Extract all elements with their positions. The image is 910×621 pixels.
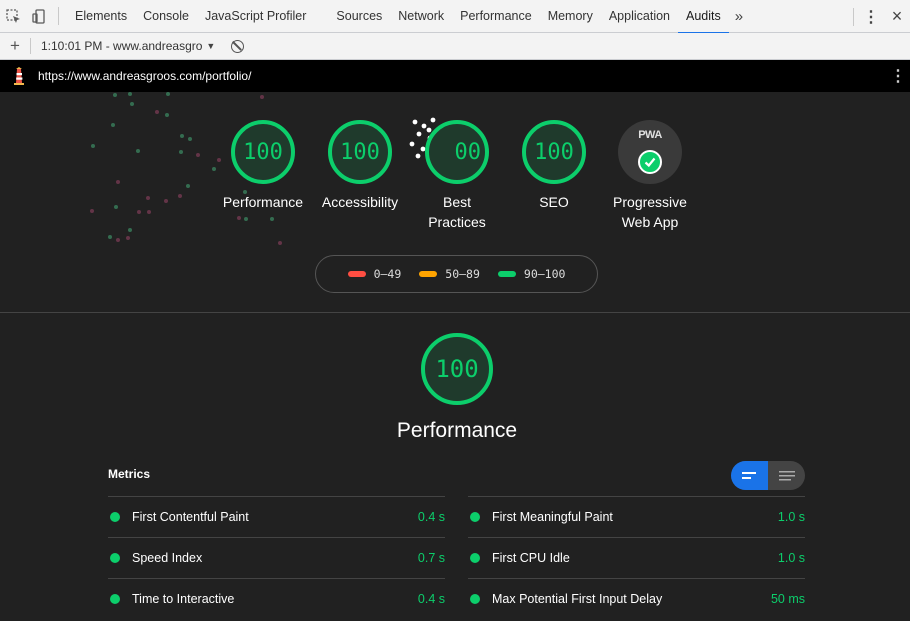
legend-fail: 0–49 [347,267,402,281]
metric-value: 0.7 s [417,551,445,565]
close-devtools-icon[interactable]: × [884,0,910,33]
metric-name: Time to Interactive [132,592,235,606]
metric-value: 0.4 s [417,510,445,524]
metric-row: First Contentful Paint 0.4 s [108,496,445,537]
gauge-accessibility-score: 100 [328,120,392,184]
gauge-performance[interactable]: 100 Performance [213,120,313,212]
report-menu-icon[interactable]: ⋮ [890,60,906,92]
inspect-element-icon[interactable] [0,0,26,33]
tab-network[interactable]: Network [390,0,452,33]
report-selector[interactable]: 1:10:01 PM - www.andreasgro ▼ [41,39,215,53]
metrics-right-column: First Meaningful Paint 1.0 s First CPU I… [468,496,805,619]
pass-dot-icon [110,594,120,604]
compact-view-icon[interactable] [731,461,768,490]
pass-dot-icon [110,553,120,563]
tab-console[interactable]: Console [135,0,197,33]
metric-name: Speed Index [132,551,203,565]
legend-average-swatch [419,271,438,277]
pass-dot-icon [470,512,480,522]
legend-average: 50–89 [419,267,480,281]
metric-row: First CPU Idle 1.0 s [468,537,805,578]
pass-dot-icon [470,594,480,604]
devtools-tabbar: Elements Console JavaScript Profiler Sou… [0,0,910,34]
gauge-seo-score: 100 [522,120,586,184]
section-divider [0,312,910,313]
pwa-badge-text: PWA [638,129,662,141]
tab-application[interactable]: Application [601,0,678,33]
tab-javascript-profiler[interactable]: JavaScript Profiler [197,0,314,33]
pwa-badge-icon: PWA [618,120,682,184]
gauge-accessibility[interactable]: 100 Accessibility [310,120,410,212]
report-url[interactable]: https://www.andreasgroos.com/portfolio/ [38,69,251,83]
metric-value: 1.0 s [777,551,805,565]
customize-menu-icon[interactable]: ⋮ [858,0,884,33]
metrics-heading: Metrics [108,467,151,481]
metric-row: First Meaningful Paint 1.0 s [468,496,805,537]
metric-name: Max Potential First Input Delay [492,592,663,606]
gauge-seo[interactable]: 100 SEO [504,120,604,212]
metric-value: 1.0 s [777,510,805,524]
metric-value: 50 ms [770,592,805,606]
legend-pass-label: 90–100 [523,267,566,281]
legend-pass: 90–100 [497,267,566,281]
tab-performance[interactable]: Performance [452,0,540,33]
lighthouse-report: 100 Performance 100 Accessibility 00 Bes… [0,92,910,621]
metrics-left-column: First Contentful Paint 0.4 s Speed Index… [108,496,445,619]
metric-row: Speed Index 0.7 s [108,537,445,578]
legend-fail-swatch [347,271,366,277]
score-legend: 0–49 50–89 90–100 [315,255,598,293]
legend-average-label: 50–89 [445,267,480,281]
metrics-view-toggle[interactable] [731,461,805,490]
tab-separator [58,7,59,25]
caret-down-icon: ▼ [206,41,216,51]
metric-row: Max Potential First Input Delay 50 ms [468,578,805,619]
legend-fail-label: 0–49 [373,267,402,281]
category-performance-gauge: 100 [421,333,493,405]
gauge-pwa-label: Progressive Web App [613,194,687,230]
gauge-seo-label: SEO [539,194,569,210]
category-title: Performance [396,419,518,442]
pass-dot-icon [110,512,120,522]
gauge-accessibility-label: Accessibility [321,194,399,210]
metric-name: First CPU Idle [492,551,570,565]
metric-name: First Meaningful Paint [492,510,613,524]
gauge-performance-score: 100 [231,120,295,184]
gauge-performance-label: Performance [222,194,304,210]
device-toolbar-icon[interactable] [26,0,52,33]
metric-name: First Contentful Paint [132,510,249,524]
lighthouse-icon [0,60,38,92]
tab-elements[interactable]: Elements [67,0,135,33]
tab-memory[interactable]: Memory [540,0,601,33]
more-tabs-icon[interactable]: » [729,0,749,33]
expanded-view-icon[interactable] [768,461,805,490]
audits-toolbar: + 1:10:01 PM - www.andreasgro ▼ [0,33,910,60]
new-audit-icon[interactable]: + [0,36,30,56]
metric-value: 0.4 s [417,592,445,606]
toolbar-separator [30,38,31,54]
legend-pass-swatch [497,271,516,277]
clear-reports-icon[interactable] [231,39,245,53]
metric-row: Time to Interactive 0.4 s [108,578,445,619]
report-selector-label: 1:10:01 PM - www.andreasgro [41,39,203,53]
tabbar-right: ⋮ × [849,0,910,33]
gauge-pwa[interactable]: PWA Progressive Web App [595,120,705,232]
gauge-best-practices-score: 00 [425,120,489,184]
tab-separator [853,7,854,26]
check-icon [638,150,662,174]
pass-dot-icon [470,553,480,563]
gauge-best-practices-label: Best Practices [428,194,486,230]
report-url-bar: https://www.andreasgroos.com/portfolio/ … [0,60,910,92]
gauge-best-practices[interactable]: 00 Best Practices [407,120,507,232]
tab-audits[interactable]: Audits [678,0,729,34]
tab-sources[interactable]: Sources [328,0,390,33]
